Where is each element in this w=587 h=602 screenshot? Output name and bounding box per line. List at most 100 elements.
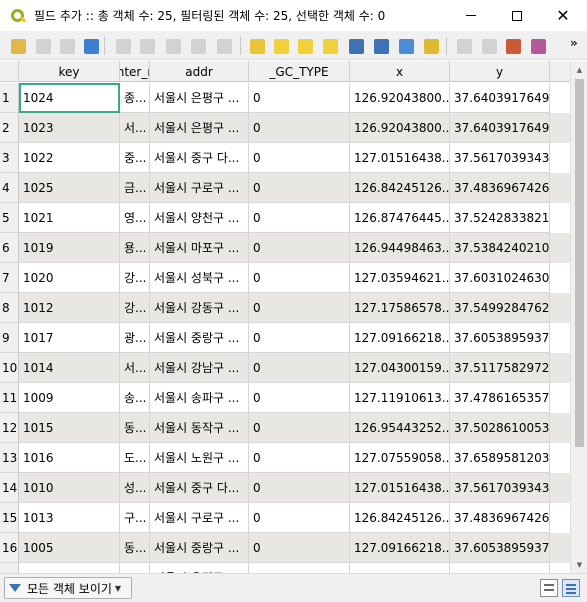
cell-key[interactable]: 1024 <box>19 83 120 113</box>
row-number[interactable]: 4 <box>0 173 19 203</box>
conditional-formatting-button[interactable] <box>528 36 548 56</box>
select-all-button[interactable] <box>271 36 291 56</box>
field-calculator-button[interactable] <box>503 36 523 56</box>
cell-center[interactable]: 중... <box>120 143 150 173</box>
cell-gc[interactable]: 0 <box>249 293 350 323</box>
row-number[interactable]: 12 <box>0 413 19 443</box>
cell-center[interactable]: 강... <box>120 263 150 293</box>
cell-addr[interactable]: 서울시 중구 다... <box>150 143 249 173</box>
column-header-key[interactable]: key <box>19 61 120 82</box>
cell-key[interactable]: 1016 <box>19 443 120 473</box>
table-row[interactable]: 5 1021 영... 서울시 양천구 ... 0 126.87476445... 37.5… <box>0 203 570 233</box>
cell-gc[interactable]: 0 <box>249 83 350 113</box>
cell-key[interactable]: 1014 <box>19 353 120 383</box>
cell-addr[interactable]: 서울시 은평구 ... <box>150 83 249 113</box>
cell-x[interactable]: 126.92043800... <box>350 113 450 143</box>
cell-addr[interactable]: 서울시 성북구 ... <box>150 263 249 293</box>
cell-addr[interactable]: 서울시 중랑구 ... <box>150 323 249 353</box>
cell-center[interactable]: 종... <box>120 83 150 113</box>
table-row[interactable]: 7 1020 강... 서울시 성북구 ... 0 127.03594621... 37.6… <box>0 263 570 293</box>
row-number[interactable]: 3 <box>0 143 19 173</box>
cell-key[interactable]: 1019 <box>19 233 120 263</box>
cell-y[interactable]: 37.5117582972 <box>450 353 550 383</box>
table-row[interactable]: 1 1024 종... 서울시 은평구 ... 0 126.92043800... 37.6… <box>0 83 570 113</box>
cell-gc[interactable]: 0 <box>249 113 350 143</box>
cell-gc[interactable]: 0 <box>249 353 350 383</box>
cell-gc[interactable]: 0 <box>249 233 350 263</box>
cell-center[interactable]: 서... <box>120 353 150 383</box>
form-view-button[interactable] <box>540 579 558 597</box>
row-number[interactable]: 17 <box>0 563 19 573</box>
copy-button[interactable] <box>188 36 208 56</box>
table-row[interactable]: 12 1015 동... 서울시 동작구 ... 0 126.95443252... 37.… <box>0 413 570 443</box>
cell-key[interactable]: 1020 <box>19 263 120 293</box>
scroll-down-icon[interactable]: ▼ <box>571 556 587 573</box>
cell-key[interactable]: 1009 <box>19 383 120 413</box>
cell-key[interactable]: 1015 <box>19 413 120 443</box>
cell-y[interactable]: 37.6053895937 <box>450 533 550 563</box>
cell-center[interactable]: 강... <box>120 293 150 323</box>
cell-y[interactable]: 37.6403917649 <box>450 563 550 573</box>
filter-select-button[interactable] <box>346 36 366 56</box>
select-by-expression-button[interactable] <box>247 36 267 56</box>
cell-x[interactable]: 126.95443252... <box>350 413 450 443</box>
table-row[interactable]: 4 1025 금... 서울시 구로구 ... 0 126.84245126... 37.4… <box>0 173 570 203</box>
paste-button[interactable] <box>214 36 234 56</box>
cell-addr[interactable]: 서울시 중랑구 ... <box>150 533 249 563</box>
cell-key[interactable]: 1021 <box>19 203 120 233</box>
cell-x[interactable]: 126.84245126... <box>350 503 450 533</box>
row-number[interactable]: 8 <box>0 293 19 323</box>
cell-y[interactable]: 37.5617039343 <box>450 473 550 503</box>
cell-addr[interactable]: 서울시 노원구 ... <box>150 443 249 473</box>
cell-center[interactable]: ... <box>120 563 150 573</box>
table-row[interactable]: 171011...서울시 은평구 ...0126.92043800...37.6… <box>0 563 570 573</box>
cell-center[interactable]: 용... <box>120 233 150 263</box>
cell-x[interactable]: 126.84245126... <box>350 173 450 203</box>
table-row[interactable]: 11 1009 송... 서울시 송파구 ... 0 127.11910613... 37.… <box>0 383 570 413</box>
cell-gc[interactable]: 0 <box>249 173 350 203</box>
row-number[interactable]: 14 <box>0 473 19 503</box>
column-header-gc[interactable]: _GC_TYPE <box>249 61 350 82</box>
vertical-scrollbar[interactable]: ▲ ▼ <box>570 61 587 573</box>
add-feature-button[interactable] <box>113 36 133 56</box>
row-number[interactable]: 10 <box>0 353 19 383</box>
cell-x[interactable]: 127.17586578... <box>350 293 450 323</box>
cell-x[interactable]: 127.09166218... <box>350 533 450 563</box>
row-number[interactable]: 9 <box>0 323 19 353</box>
cell-y[interactable]: 37.5384240210 <box>450 233 550 263</box>
cell-gc[interactable]: 0 <box>249 533 350 563</box>
cell-x[interactable]: 126.94498463... <box>350 233 450 263</box>
row-number[interactable]: 2 <box>0 113 19 143</box>
column-header-y[interactable]: y <box>450 61 550 82</box>
cell-y[interactable]: 37.4836967426 <box>450 503 550 533</box>
cell-y[interactable]: 37.5617039343 <box>450 143 550 173</box>
row-number[interactable]: 16 <box>0 533 19 563</box>
cell-gc[interactable]: 0 <box>249 563 350 573</box>
cell-y[interactable]: 37.5242833821 <box>450 203 550 233</box>
cell-addr[interactable]: 서울시 구로구 ... <box>150 173 249 203</box>
invert-selection-button[interactable] <box>295 36 315 56</box>
scroll-up-icon[interactable]: ▲ <box>571 61 587 78</box>
cell-center[interactable]: 동... <box>120 413 150 443</box>
cell-x[interactable]: 126.92043800... <box>350 563 450 573</box>
cell-addr[interactable]: 서울시 송파구 ... <box>150 383 249 413</box>
table-view-button[interactable] <box>562 579 580 597</box>
cell-center[interactable]: 송... <box>120 383 150 413</box>
cell-gc[interactable]: 0 <box>249 503 350 533</box>
cell-addr[interactable]: 서울시 동작구 ... <box>150 413 249 443</box>
cell-y[interactable]: 37.6031024630 <box>450 263 550 293</box>
cell-x[interactable]: 127.01516438... <box>350 473 450 503</box>
cell-addr[interactable]: 서울시 중구 다... <box>150 473 249 503</box>
row-number[interactable]: 13 <box>0 443 19 473</box>
scrollbar-thumb[interactable] <box>575 79 584 447</box>
cell-x[interactable]: 126.92043800... <box>350 83 450 113</box>
cell-y[interactable]: 37.5028610053 <box>450 413 550 443</box>
row-number[interactable]: 6 <box>0 233 19 263</box>
cell-center[interactable]: 동... <box>120 533 150 563</box>
cell-x[interactable]: 127.11910613... <box>350 383 450 413</box>
table-row[interactable]: 6 1019 용... 서울시 마포구 ... 0 126.94498463... 37.5… <box>0 233 570 263</box>
table-row[interactable]: 14 1010 성... 서울시 중구 다... 0 127.01516438... 37.… <box>0 473 570 503</box>
table-row[interactable]: 3 1022 중... 서울시 중구 다... 0 127.01516438... 37.5… <box>0 143 570 173</box>
cell-center[interactable]: 구... <box>120 503 150 533</box>
cell-center[interactable]: 금... <box>120 173 150 203</box>
